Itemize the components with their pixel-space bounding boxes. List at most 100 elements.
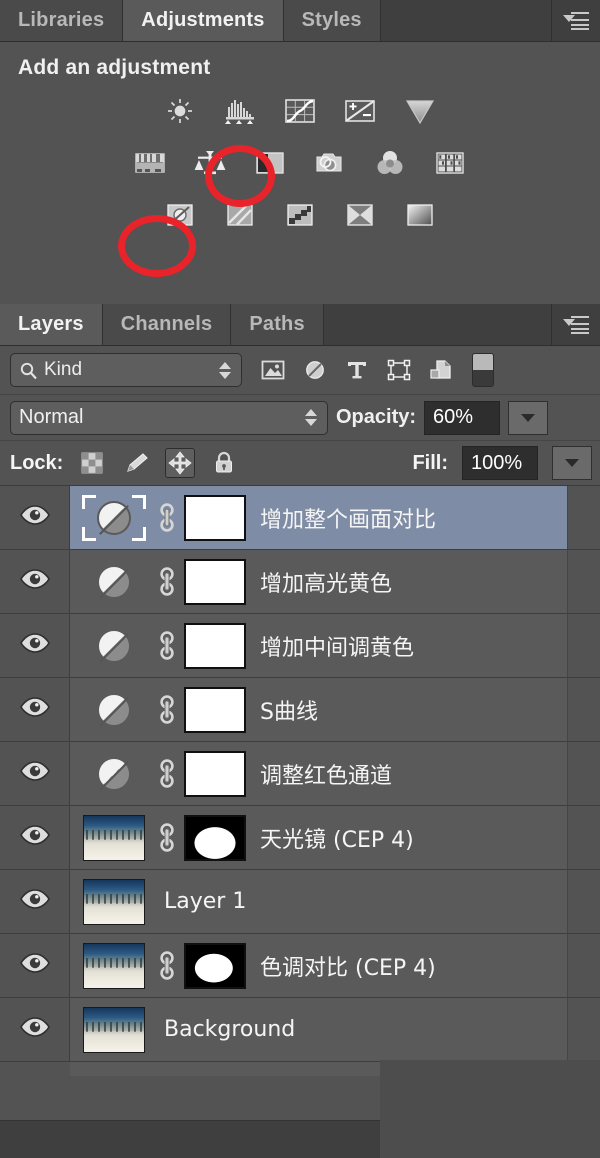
black-white-button[interactable] xyxy=(250,146,290,180)
layer-visibility-toggle[interactable] xyxy=(0,742,70,805)
gradient-map-button[interactable] xyxy=(400,198,440,232)
invert-button[interactable] xyxy=(160,198,200,232)
layer-visibility-toggle[interactable] xyxy=(0,934,70,997)
layer-visibility-toggle[interactable] xyxy=(0,870,70,933)
hue-saturation-button[interactable] xyxy=(130,146,170,180)
layer-row[interactable]: 增加高光黄色 xyxy=(0,550,600,614)
link-mask-icon[interactable] xyxy=(156,629,178,663)
tab-libraries[interactable]: Libraries xyxy=(0,0,123,41)
link-mask-icon[interactable] xyxy=(156,821,178,855)
lock-image-pixels-button[interactable] xyxy=(121,448,151,478)
layer-row-body[interactable]: 天光镜 (CEP 4) xyxy=(70,806,568,869)
filter-smart-object-layers-button[interactable] xyxy=(428,357,454,383)
tab-channels[interactable]: Channels xyxy=(103,304,232,345)
filter-type-layers-button[interactable] xyxy=(344,357,370,383)
layer-mask-thumbnail[interactable] xyxy=(184,559,246,605)
layer-mask-thumbnail[interactable] xyxy=(184,687,246,733)
layer-thumbnail[interactable] xyxy=(78,685,150,735)
opacity-slider-button[interactable] xyxy=(508,401,548,435)
layers-panel-menu-button[interactable] xyxy=(552,304,600,345)
curves-icon xyxy=(283,97,317,125)
opacity-input[interactable]: 60% xyxy=(424,401,500,435)
link-mask-icon[interactable] xyxy=(156,757,178,791)
layer-mask-thumbnail[interactable] xyxy=(184,623,246,669)
layer-thumbnail[interactable] xyxy=(78,1005,150,1055)
layer-visibility-toggle[interactable] xyxy=(0,998,70,1061)
channel-mixer-icon xyxy=(373,149,407,177)
layer-thumbnail[interactable] xyxy=(78,877,150,927)
layer-mask-thumbnail[interactable] xyxy=(184,815,246,861)
vibrance-button[interactable] xyxy=(400,94,440,128)
visibility-eye-icon xyxy=(20,760,50,787)
layer-row-body[interactable]: S曲线 xyxy=(70,678,568,741)
layer-row[interactable]: S曲线 xyxy=(0,678,600,742)
layer-thumbnail[interactable] xyxy=(78,493,150,543)
layer-mask-thumbnail[interactable] xyxy=(184,495,246,541)
selective-color-icon xyxy=(343,201,377,229)
layer-row[interactable]: Layer 1 xyxy=(0,870,600,934)
layer-row-body[interactable]: 增加高光黄色 xyxy=(70,550,568,613)
layer-row[interactable]: 天光镜 (CEP 4) xyxy=(0,806,600,870)
layer-row-body[interactable]: 色调对比 (CEP 4) xyxy=(70,934,568,997)
layer-row-body[interactable]: 增加整个画面对比 xyxy=(70,486,568,549)
lock-transparent-pixels-button[interactable] xyxy=(77,448,107,478)
blend-mode-select[interactable]: Normal xyxy=(10,401,328,435)
filter-shape-layers-button[interactable] xyxy=(386,357,412,383)
layer-thumbnail[interactable] xyxy=(78,557,150,607)
selective-color-button[interactable] xyxy=(340,198,380,232)
layer-row[interactable]: Background xyxy=(0,998,600,1062)
filter-enable-toggle[interactable] xyxy=(472,353,494,387)
color-lookup-button[interactable] xyxy=(430,146,470,180)
layer-thumbnail[interactable] xyxy=(78,941,150,991)
bottom-strip xyxy=(0,1120,380,1158)
color-balance-button[interactable] xyxy=(190,146,230,180)
tab-adjustments[interactable]: Adjustments xyxy=(123,0,283,41)
filter-pixel-layers-button[interactable] xyxy=(260,357,286,383)
channel-mixer-button[interactable] xyxy=(370,146,410,180)
exposure-button[interactable] xyxy=(340,94,380,128)
layer-row[interactable]: 色调对比 (CEP 4) xyxy=(0,934,600,998)
adjustment-layer-thumbnail-icon xyxy=(97,693,131,727)
curves-button[interactable] xyxy=(280,94,320,128)
layer-row-body[interactable]: Background xyxy=(70,998,568,1061)
threshold-button[interactable] xyxy=(280,198,320,232)
photo-filter-button[interactable] xyxy=(310,146,350,180)
layer-mask-thumbnail[interactable] xyxy=(184,751,246,797)
layer-name: Background xyxy=(156,1017,295,1042)
lock-position-button[interactable] xyxy=(165,448,195,478)
layer-row[interactable]: 增加中间调黄色 xyxy=(0,614,600,678)
adjustments-panel-menu-button[interactable] xyxy=(552,0,600,41)
layer-row-body[interactable]: 增加中间调黄色 xyxy=(70,614,568,677)
tab-layers[interactable]: Layers xyxy=(0,304,103,345)
layer-row[interactable]: 调整红色通道 xyxy=(0,742,600,806)
layer-row-body[interactable]: Layer 1 xyxy=(70,870,568,933)
layer-filter-kind-select[interactable]: Kind xyxy=(10,353,242,387)
filter-adjustment-layers-button[interactable] xyxy=(302,357,328,383)
fill-input[interactable]: 100% xyxy=(462,446,538,480)
blend-mode-stepper-icon[interactable] xyxy=(305,409,317,426)
layer-visibility-toggle[interactable] xyxy=(0,550,70,613)
layer-thumbnail[interactable] xyxy=(78,813,150,863)
layer-mask-thumbnail[interactable] xyxy=(184,943,246,989)
layer-row-body[interactable]: 调整红色通道 xyxy=(70,742,568,805)
lock-all-button[interactable] xyxy=(209,448,239,478)
link-mask-icon[interactable] xyxy=(156,565,178,599)
layer-visibility-toggle[interactable] xyxy=(0,806,70,869)
brightness-contrast-button[interactable] xyxy=(160,94,200,128)
layer-thumbnail[interactable] xyxy=(78,749,150,799)
pixel-layer-thumbnail-image xyxy=(83,815,145,861)
levels-button[interactable] xyxy=(220,94,260,128)
link-mask-icon[interactable] xyxy=(156,501,178,535)
fill-slider-button[interactable] xyxy=(552,446,592,480)
link-mask-icon[interactable] xyxy=(156,693,178,727)
posterize-button[interactable] xyxy=(220,198,260,232)
tab-styles[interactable]: Styles xyxy=(284,0,381,41)
link-mask-icon[interactable] xyxy=(156,949,178,983)
layer-row[interactable]: 增加整个画面对比 xyxy=(0,486,600,550)
layer-visibility-toggle[interactable] xyxy=(0,614,70,677)
layer-visibility-toggle[interactable] xyxy=(0,678,70,741)
layer-visibility-toggle[interactable] xyxy=(0,486,70,549)
layer-thumbnail[interactable] xyxy=(78,621,150,671)
tab-paths[interactable]: Paths xyxy=(231,304,323,345)
stepper-arrows-icon[interactable] xyxy=(219,362,231,379)
